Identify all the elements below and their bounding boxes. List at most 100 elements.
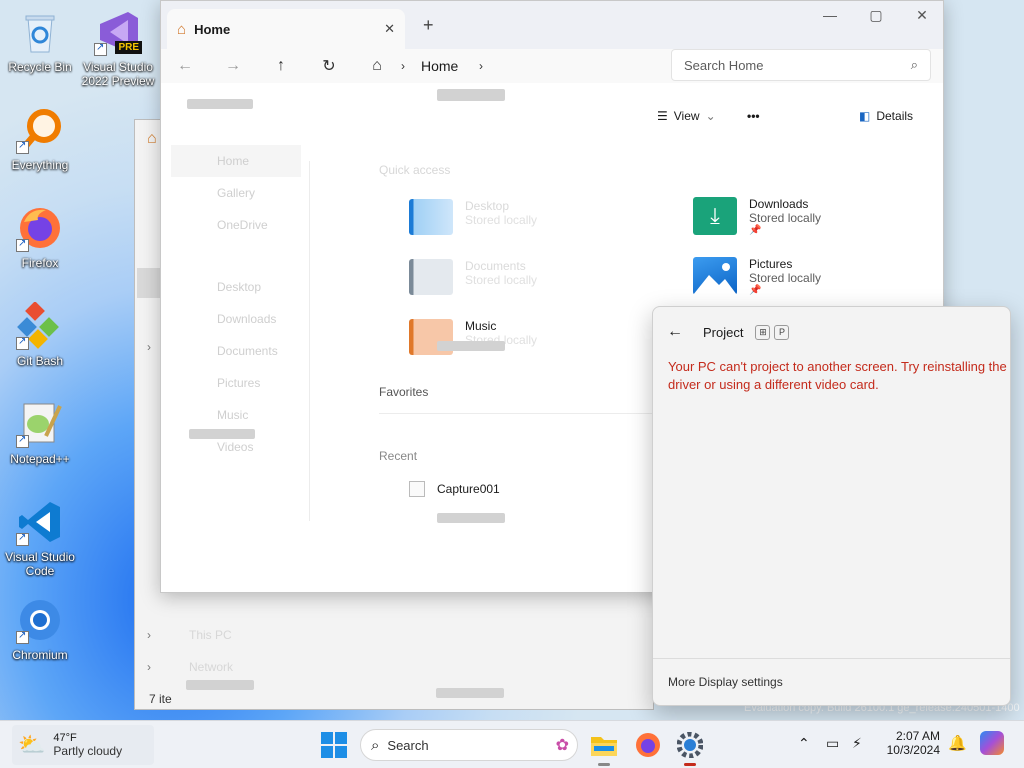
desktop-icon-git-bash[interactable]: Git Bash (2, 301, 78, 368)
close-window-button[interactable]: ✕ (899, 7, 945, 27)
tab-title: Home (194, 21, 231, 37)
pin-icon: 📌 (749, 285, 762, 296)
clock[interactable]: 2:07 AM 10/3/2024 (880, 729, 940, 757)
view-dropdown[interactable]: ☰ View ⌄ (657, 109, 716, 123)
forward-arrow-icon[interactable]: → (209, 57, 257, 75)
back-window-scroll-thumb[interactable] (137, 268, 161, 298)
address-home-icon[interactable]: ⌂ (353, 57, 401, 75)
expand-chevron-icon[interactable]: › (147, 660, 151, 674)
visual-studio-icon: PRE (94, 8, 142, 56)
back-arrow-icon[interactable]: ← (667, 323, 683, 341)
item-status: Stored locally (465, 273, 538, 287)
recent-file-row[interactable]: Capture001 (409, 481, 500, 497)
project-flyout[interactable]: ← Project ⊞ P Your PC can't project to a… (652, 306, 1011, 706)
notification-bell-icon[interactable]: 🔔 (948, 734, 967, 752)
desktop-icon-recycle-bin[interactable]: Recycle Bin (2, 8, 78, 74)
flyout-header: ← Project ⊞ P (667, 323, 790, 341)
sidebar-item-desktop[interactable]: Desktop (161, 271, 311, 303)
quick-access-documents[interactable]: Documents Stored locally (409, 259, 537, 295)
desktop-icon-chromium[interactable]: Chromium (2, 596, 78, 662)
desktop-icon-label: Firefox (21, 256, 59, 270)
sidebar-item-home[interactable]: Home (171, 145, 301, 177)
start-button[interactable] (318, 729, 350, 761)
details-label: Details (876, 109, 914, 123)
section-recent[interactable]: Recent (379, 449, 417, 463)
status-item-count: 7 ite (149, 692, 172, 706)
view-icon: ☰ (657, 109, 668, 123)
quick-access-desktop[interactable]: Desktop Stored locally (409, 199, 537, 235)
sidebar-item-onedrive[interactable]: OneDrive (161, 209, 311, 241)
sidebar-item-documents[interactable]: Documents (161, 335, 311, 367)
firefox-taskbar-icon[interactable] (632, 729, 664, 761)
section-favorites[interactable]: Favorites (379, 385, 428, 399)
sidebar-item-music[interactable]: Music (161, 399, 311, 431)
back-sidebar-network[interactable]: Network (189, 660, 233, 674)
expand-chevron-icon[interactable]: › (147, 628, 151, 642)
desktop-icon-everything[interactable]: Everything (2, 106, 78, 172)
desktop-icon-label: Git Bash (16, 354, 64, 368)
breadcrumb-home[interactable]: Home (421, 58, 479, 74)
notepad-plus-plus-icon (16, 400, 64, 448)
expand-chevron-icon[interactable]: › (147, 340, 151, 354)
display-icon[interactable]: ▭ (826, 735, 839, 752)
blurred-item (436, 688, 504, 698)
maximize-button[interactable]: ▢ (853, 7, 899, 27)
file-explorer-taskbar-icon[interactable] (588, 729, 620, 761)
desktop-icon-vscode[interactable]: Visual Studio Code (2, 498, 78, 578)
quick-access-pictures[interactable]: Pictures Stored locally 📌 (693, 257, 821, 296)
item-name: Desktop (465, 199, 510, 213)
weather-description: Partly cloudy (53, 744, 123, 758)
pre-badge: PRE (115, 41, 142, 54)
pane-splitter[interactable] (309, 161, 310, 521)
sidebar-item-pictures[interactable]: Pictures (161, 367, 311, 399)
taskbar-search-box[interactable]: ⌕ Search ✿ (360, 729, 578, 761)
sidebar-item-gallery[interactable]: Gallery (161, 177, 311, 209)
blurred-header (437, 89, 505, 99)
desktop-icon-visual-studio[interactable]: PRE Visual Studio 2022 Preview (80, 8, 156, 88)
breadcrumb-chevron-icon: › (401, 59, 405, 73)
settings-gear-taskbar-icon[interactable] (674, 729, 706, 761)
everything-magnifier-icon (16, 106, 64, 154)
shortcut-arrow-icon (16, 140, 29, 154)
back-sidebar-this-pc[interactable]: This PC (189, 628, 232, 642)
more-display-settings-link[interactable]: More Display settings (668, 675, 783, 689)
p-key-hint: P (774, 324, 790, 340)
shortcut-arrow-icon (16, 630, 29, 644)
navigation-pane: Home Gallery OneDrive Desktop Downloads … (161, 137, 311, 577)
active-app-indicator (684, 763, 696, 766)
firefox-icon (16, 204, 64, 252)
weather-widget[interactable]: ⛅ 47°F Partly cloudy (12, 725, 154, 765)
more-options-button[interactable]: ••• (747, 109, 760, 123)
vscode-icon (16, 498, 64, 546)
weather-temperature: 47°F (53, 732, 77, 744)
desktop-icon-notepad-plus-plus[interactable]: Notepad++ (2, 400, 78, 466)
documents-folder-icon (409, 259, 453, 295)
blurred-toolbar-item (187, 99, 253, 109)
back-arrow-icon[interactable]: ← (161, 57, 209, 75)
search-highlight-icon: ✿ (555, 737, 569, 754)
shortcut-arrow-icon (94, 42, 107, 56)
search-input[interactable]: Search Home (684, 58, 911, 73)
minimize-button[interactable]: — (807, 7, 853, 27)
search-box[interactable]: Search Home ⌕ (671, 49, 931, 81)
tab-home[interactable]: ⌂ Home ✕ (167, 9, 405, 49)
desktop-icon-label: Recycle Bin (8, 60, 72, 74)
breadcrumb-chevron-icon[interactable]: › (479, 59, 483, 73)
details-pane-button[interactable]: ◧ Details (859, 109, 913, 123)
desktop-icon-label: Visual Studio 2022 Preview (81, 60, 155, 88)
refresh-icon[interactable]: ↻ (305, 56, 353, 76)
section-quick-access[interactable]: Quick access (379, 163, 450, 177)
copilot-icon[interactable] (980, 731, 1004, 755)
up-arrow-icon[interactable]: ↑ (257, 57, 305, 75)
desktop-icon-firefox[interactable]: Firefox (2, 204, 78, 270)
taskbar-search-label: Search (387, 737, 429, 753)
chevron-up-icon[interactable]: ⌃ (798, 735, 810, 752)
section-divider (379, 413, 659, 414)
quick-access-downloads[interactable]: ⤓ Downloads Stored locally 📌 (693, 197, 821, 236)
git-bash-icon (16, 301, 64, 350)
network-icon[interactable]: ⚡ (852, 735, 862, 752)
blurred-item (437, 513, 505, 523)
close-tab-button[interactable]: ✕ (384, 21, 395, 37)
new-tab-button[interactable]: + (423, 15, 434, 36)
sidebar-item-downloads[interactable]: Downloads (161, 303, 311, 335)
